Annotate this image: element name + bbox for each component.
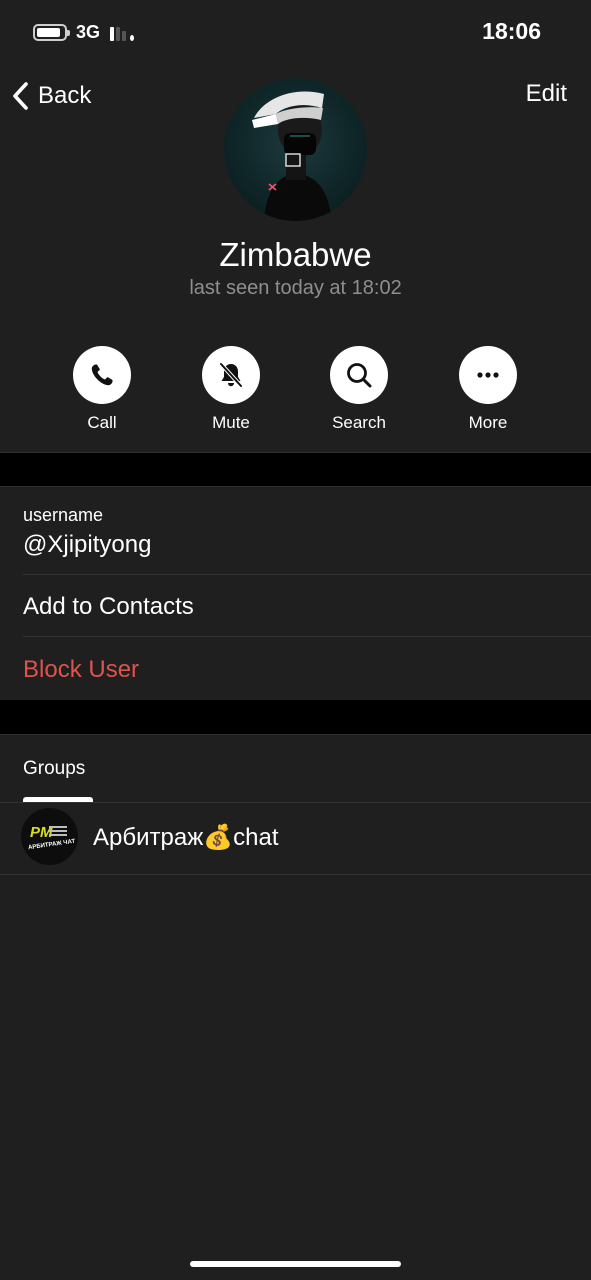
bell-slash-icon xyxy=(219,362,243,388)
mute-button[interactable]: Mute xyxy=(176,346,286,433)
status-bar: 3G 18:06 xyxy=(0,0,591,64)
divider xyxy=(23,574,591,575)
username-label: username xyxy=(23,505,104,525)
search-button[interactable]: Search xyxy=(304,346,414,433)
group-name: Арбитраж💰chat xyxy=(93,824,279,851)
back-label: Back xyxy=(38,82,92,109)
divider xyxy=(0,486,591,487)
last-seen-status: last seen today at 18:02 xyxy=(189,277,402,299)
divider xyxy=(23,636,591,637)
user-photo-icon xyxy=(252,91,332,221)
signal-strength-icon xyxy=(110,23,140,41)
network-type: 3G xyxy=(76,22,101,42)
chevron-left-icon xyxy=(13,82,28,110)
call-label: Call xyxy=(87,413,117,432)
group-list-item[interactable]: PM АРБИТРАЖ ЧАТ Арбитраж💰chat xyxy=(0,803,591,873)
home-indicator[interactable] xyxy=(190,1261,401,1267)
mute-label: Mute xyxy=(212,413,250,432)
call-button[interactable]: Call xyxy=(47,346,157,433)
search-label: Search xyxy=(332,413,386,432)
more-button[interactable]: More xyxy=(433,346,543,433)
username-value[interactable]: @Xjipityong xyxy=(23,531,151,559)
more-icon xyxy=(477,372,499,378)
more-label: More xyxy=(468,413,508,432)
back-button[interactable]: Back xyxy=(10,78,91,114)
profile-avatar[interactable] xyxy=(224,78,367,221)
edit-button[interactable]: Edit xyxy=(526,80,567,108)
divider xyxy=(0,874,591,875)
phone-icon xyxy=(91,364,113,386)
profile-name: Zimbabwe xyxy=(219,236,372,273)
add-to-contacts-button[interactable]: Add to Contacts xyxy=(23,593,194,621)
tab-groups[interactable]: Groups xyxy=(23,758,85,780)
block-user-button[interactable]: Block User xyxy=(23,656,139,684)
search-icon xyxy=(347,363,372,388)
section-separator xyxy=(0,700,591,734)
group-avatar: PM АРБИТРАЖ ЧАТ xyxy=(21,808,78,865)
divider xyxy=(0,734,591,735)
section-separator xyxy=(0,453,591,486)
action-bar: Call Mute Search More xyxy=(0,346,591,446)
status-time: 18:06 xyxy=(482,18,541,44)
battery-icon xyxy=(33,24,70,41)
